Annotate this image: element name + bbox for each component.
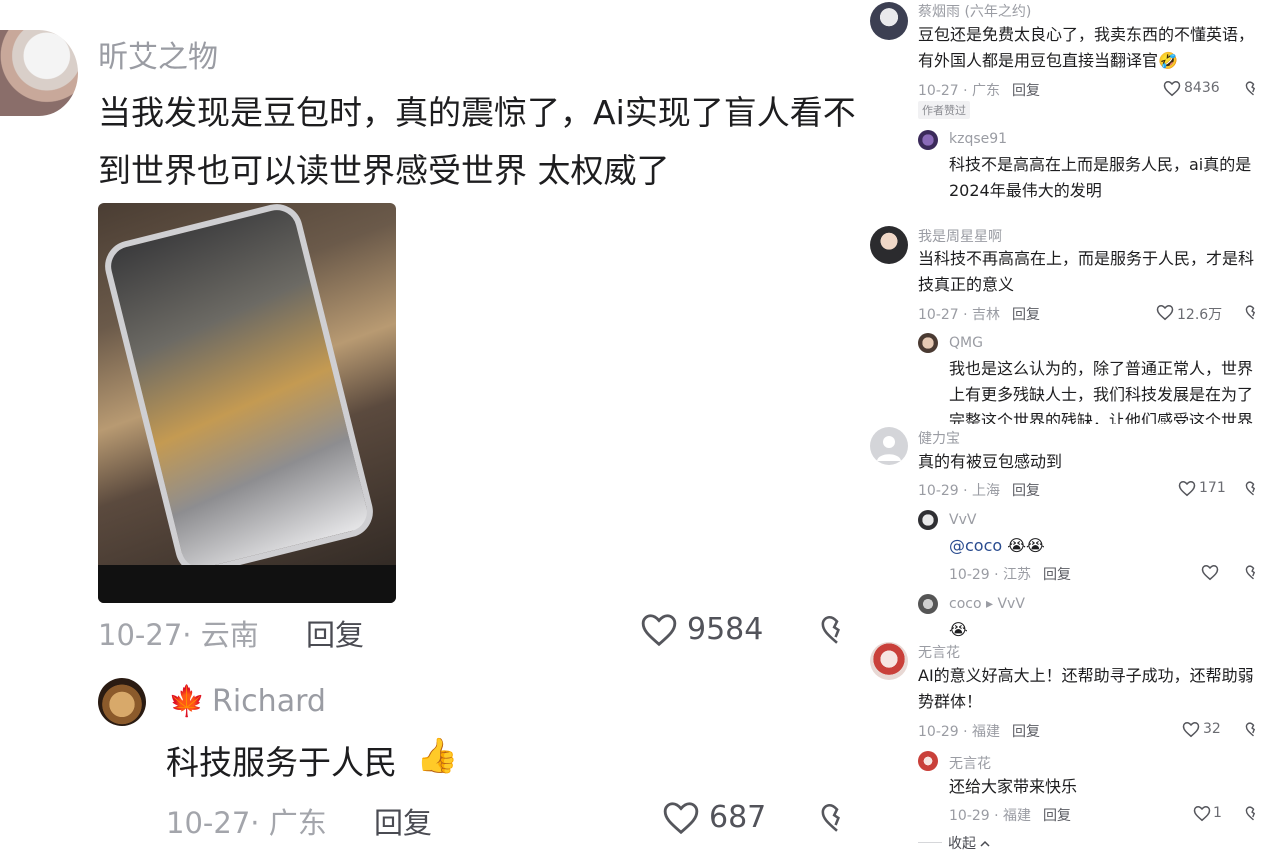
mention-link[interactable]: @coco [949, 536, 1002, 555]
comment-author[interactable]: 健力宝 [918, 428, 960, 448]
dislike-icon[interactable] [1245, 564, 1262, 585]
reply-date-location: 10-29 · 江苏 [949, 567, 1032, 583]
maple-leaf-icon: 🍁 [168, 684, 206, 719]
comment-date-location: 10-27· 云南 [98, 618, 259, 652]
dislike-icon[interactable] [820, 800, 854, 840]
avatar[interactable] [918, 751, 938, 771]
comment-text: 当科技不再高高在上，而是服务于人民，才是科技真正的意义 [918, 249, 1255, 294]
reply-button[interactable]: 回复 [1012, 80, 1040, 100]
avatar[interactable] [870, 226, 908, 264]
reply-author[interactable]: coco [949, 596, 982, 612]
like-count: 12.6万 [1177, 307, 1223, 323]
heart-icon[interactable] [1163, 80, 1181, 101]
collapse-label: 收起 [948, 836, 976, 852]
avatar[interactable] [918, 130, 938, 150]
reply-text: 还给大家带来快乐 [949, 777, 1078, 796]
reply-button[interactable]: 回复 [306, 612, 364, 654]
reply-button[interactable]: 回复 [1043, 805, 1071, 825]
reply-arrow-icon: ▸ [985, 596, 994, 612]
comment-text-content: 豆包还是免费太良心了，我卖东西的不懂英语，有外国人都是用豆包直接当翻译官 [918, 25, 1255, 70]
reply-author[interactable]: kzqse91 [949, 131, 1007, 147]
comment-author[interactable]: 我是周星星啊 [918, 226, 1002, 246]
comment-author[interactable]: 无言花 [918, 642, 960, 662]
avatar[interactable] [870, 427, 908, 465]
comment-date-location: 10-29 · 福建 [918, 724, 1001, 740]
comment-text: 真的有被豆包感动到 [918, 452, 1063, 471]
comment-author[interactable]: 蔡烟雨 (六年之约) [918, 1, 1031, 21]
comment-text: 豆包还是免费太良心了，我卖东西的不懂英语，有外国人都是用豆包直接当翻译官🤣 [918, 22, 1263, 74]
like-count: 32 [1203, 721, 1221, 737]
heart-icon[interactable] [1193, 805, 1211, 826]
dislike-icon[interactable] [1245, 805, 1262, 826]
author-liked-badge: 作者赞过 [918, 101, 970, 119]
crying-emoji-icon: 😭😭 [1007, 536, 1045, 555]
heart-icon[interactable] [640, 612, 678, 652]
reply-button[interactable]: 回复 [1012, 304, 1040, 324]
dislike-icon[interactable] [1245, 721, 1262, 742]
comment-text: 当我发现是豆包时，真的震惊了，Ai实现了盲人看不到世界也可以读世界感受世界 太权… [98, 93, 856, 190]
crying-emoji-icon: 😭 [949, 620, 968, 639]
comment-date-location: 10-27 · 广东 [918, 83, 1001, 99]
heart-icon[interactable] [1182, 721, 1200, 742]
reply-author-line: coco ▸ VvV [949, 596, 1025, 612]
reply-author[interactable]: 无言花 [949, 753, 991, 773]
thumbs-up-icon: 👍 [416, 736, 459, 776]
like-count: 8436 [1184, 80, 1220, 96]
heart-icon[interactable] [1156, 304, 1174, 325]
avatar[interactable] [0, 30, 78, 116]
reply-button[interactable]: 回复 [1012, 480, 1040, 500]
comment-date-location: 10-27 · 吉林 [918, 307, 1001, 323]
heart-icon[interactable] [662, 800, 700, 840]
reply-text: @coco 😭😭 [949, 533, 1045, 559]
reply-text: 科技不是高高在上而是服务人民，ai真的是2024年最伟大的发明 [949, 155, 1252, 200]
avatar[interactable] [98, 678, 146, 726]
avatar[interactable] [870, 2, 908, 40]
avatar[interactable] [918, 594, 938, 614]
like-count: 9584 [687, 612, 764, 647]
reply-button[interactable]: 回复 [1012, 721, 1040, 741]
dislike-icon[interactable] [820, 612, 854, 652]
comment-date-location: 10-29 · 上海 [918, 483, 1001, 499]
avatar[interactable] [870, 642, 908, 680]
reply-button[interactable]: 回复 [1043, 564, 1071, 584]
heart-icon[interactable] [1178, 480, 1196, 501]
reply-text: 科技服务于人民 [166, 743, 397, 782]
comment-text: AI的意义好高大上！还帮助寻子成功，还帮助弱势群体！ [918, 666, 1254, 711]
heart-icon[interactable] [1201, 564, 1219, 585]
comment-author[interactable]: 昕艾之物 [98, 32, 218, 76]
like-count: 687 [709, 800, 767, 835]
like-count: 171 [1199, 480, 1226, 496]
avatar[interactable] [918, 510, 938, 530]
reply-target[interactable]: VvV [997, 596, 1024, 612]
dislike-icon[interactable] [1245, 480, 1262, 501]
phone-in-photo [99, 203, 379, 580]
reply-author[interactable]: VvV [949, 512, 976, 528]
collapse-button[interactable]: 收起 [948, 833, 990, 853]
collapse-divider [918, 842, 942, 843]
avatar[interactable] [918, 333, 938, 353]
reply-author[interactable]: QMG [949, 335, 983, 351]
image-bottom-bar [98, 565, 396, 603]
reply-button[interactable]: 回复 [374, 800, 432, 842]
laughing-emoji-icon: 🤣 [1158, 51, 1178, 70]
chevron-up-icon [980, 836, 990, 852]
like-count: 1 [1213, 805, 1222, 821]
dislike-icon[interactable] [1245, 304, 1262, 325]
reply-author[interactable]: Richard [212, 684, 326, 719]
reply-date-location: 10-27· 广东 [166, 806, 327, 840]
comment-image[interactable] [98, 203, 396, 603]
reply-date-location: 10-29 · 福建 [949, 808, 1032, 824]
dislike-icon[interactable] [1245, 80, 1262, 101]
reply-text: 我也是这么认为的，除了普通正常人，世界上有更多残缺人士，我们科技发展是在为了完整… [949, 359, 1254, 424]
